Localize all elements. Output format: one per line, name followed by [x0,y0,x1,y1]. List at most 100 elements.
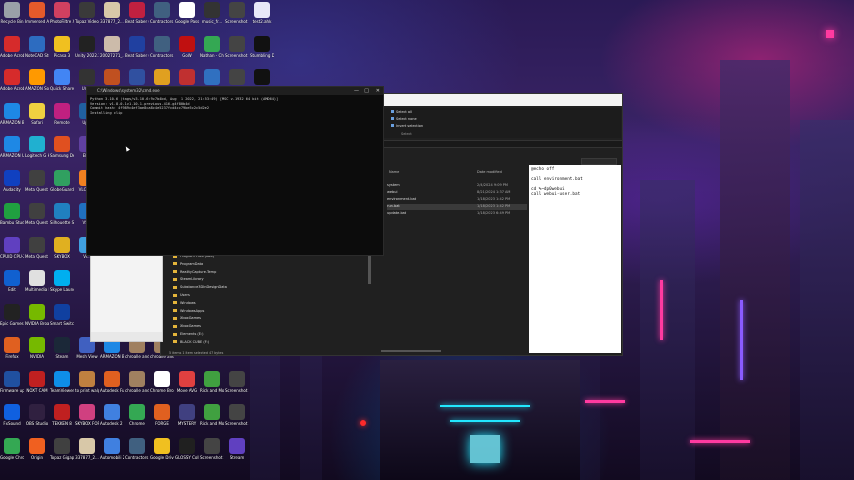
desktop-icon[interactable]: Screenshot 2023-11-0... [225,404,249,426]
search-input[interactable] [581,158,617,165]
desktop-icon[interactable]: Recycle Bin [0,2,24,24]
desktop-icon[interactable]: chroalle and balls-glogg... [125,370,149,393]
file-row[interactable]: environment.bat 1/18/2023 1:42 PM [387,197,527,203]
desktop-icon[interactable]: 20027271_... [100,35,124,58]
desktop-icon[interactable]: Move AVG [175,370,199,393]
desktop-icon[interactable]: Stumbling Death - Sam... [250,35,274,58]
tree-item[interactable]: BLACK CUBE (F:) [173,340,209,344]
tree-item[interactable]: XboxGames [173,316,201,320]
desktop-icon[interactable]: Firefox [0,337,24,359]
cmd-titlebar[interactable]: C:\Windows\system32\cmd.exe — □ ✕ [87,87,383,95]
desktop-icon[interactable]: Audacity [0,169,24,192]
tree-item[interactable]: ProgramData [173,262,203,266]
desktop-icon[interactable]: GoW [175,35,199,58]
tree-item[interactable]: Elements (E:) [173,332,204,336]
desktop-icon[interactable]: Screenshot 2023-11-0... [225,35,249,58]
desktop-icon[interactable]: Beat Saber (VD) [125,35,149,58]
desktop-icon[interactable]: NoteCAD Studio 2024 [25,35,49,58]
desktop-icon[interactable]: TEKKEN 8 [50,404,74,426]
tree-item[interactable]: Users [173,293,190,297]
desktop-icon[interactable] [175,69,199,86]
desktop-icon[interactable]: ARMAZON Updater [0,136,24,158]
desktop-icon[interactable]: Google Passes... [175,2,199,24]
desktop-icon[interactable]: Autodesk 2 (SteamVR) [100,404,124,426]
column-header-date[interactable]: Date modified [477,170,502,174]
desktop-icon[interactable]: Adobe Acrobat... [0,69,24,91]
desktop-icon[interactable]: Logitech G HUB [25,136,49,158]
desktop-icon[interactable]: Multimedia Product Tool [25,270,49,292]
desktop-icon[interactable]: Picasa 3 [50,35,74,58]
desktop-icon[interactable]: Safari [25,102,49,125]
desktop-icon[interactable]: CPUID CPU-Z [0,236,24,259]
desktop-icon[interactable]: Epic Games Launcher [0,303,24,326]
desktop-icon[interactable]: Google Chrome [0,437,24,460]
desktop-icon[interactable]: Remote [50,102,74,125]
horizontal-scrollbar[interactable] [381,350,441,352]
desktop-icon[interactable]: NOXT CAM [25,370,49,393]
tree-item[interactable]: Substance3DInDesignData [173,285,227,289]
desktop-icon[interactable] [125,69,149,86]
file-row[interactable]: webui 8/21/2024 1:37 AM [387,190,527,196]
desktop-icon[interactable]: Meta Quest Link [25,203,49,225]
desktop-icon[interactable]: Firmware update fo... [0,370,24,393]
desktop-icon[interactable]: NVIDIA Broadcast [25,303,49,326]
desktop-icon[interactable]: Meta Quest Developer [25,169,49,192]
desktop-icon[interactable]: Rick and Morty [200,404,224,426]
desktop-icon[interactable]: Quick Share from Google [50,69,74,91]
desktop-icon[interactable]: Screenshot 2023-11-2... [225,2,249,24]
desktop-icon[interactable]: Automobili 2 (VD) [100,437,124,460]
desktop-icon[interactable] [250,69,274,86]
tree-item[interactable]: RealityCapture.Temp [173,270,216,274]
desktop-icon[interactable]: AMAZON Software... [25,69,49,91]
desktop-icon[interactable]: Unity 2022.3.16f1 [75,35,99,58]
close-button[interactable]: ✕ [376,87,380,95]
address-bar[interactable] [383,140,623,148]
desktop-icon[interactable]: Contractors Showdow... [150,35,174,58]
desktop-icon[interactable]: to print walgreens [75,370,99,393]
command-prompt-window[interactable]: C:\Windows\system32\cmd.exe — □ ✕ Python… [86,86,384,256]
desktop-icon[interactable]: FORGE [150,404,174,426]
tree-item[interactable]: Windows [173,301,196,305]
select-none-button[interactable]: Select none [391,117,417,121]
desktop-icon[interactable] [200,69,224,86]
desktop-icon[interactable]: PhotoFiltre X [50,2,74,24]
desktop-icon[interactable]: Silhouette Studio [50,203,74,225]
desktop-icon[interactable]: SKYBOX FOR... [75,404,99,426]
desktop-icon[interactable]: Edit [0,270,24,292]
file-row[interactable]: run.bat 1/18/2023 1:42 PM [387,204,527,210]
desktop-icon[interactable]: Samsung DeX [50,136,74,158]
desktop-icon[interactable]: Origin [25,437,49,460]
desktop-icon[interactable]: Screenshot 2023-11... [225,370,249,393]
desktop-icon[interactable]: 337877_2... [75,437,99,460]
desktop-icon[interactable]: TeamViewer [50,370,74,393]
tree-item[interactable]: WindowsApps [173,309,204,313]
file-row[interactable]: system 2/4/2024 9:09 PM [387,183,527,189]
maximize-button[interactable]: □ [364,87,369,95]
desktop-icon[interactable] [225,69,249,86]
desktop-icon[interactable]: Google Drive [150,437,174,460]
desktop-icon[interactable]: Stream [225,437,249,460]
desktop-icon[interactable]: Steam [50,337,74,359]
desktop-icon[interactable]: Immersed Agent [25,2,49,24]
file-row[interactable]: update.bat 1/18/2023 6:49 PM [387,211,527,217]
file-row[interactable] [387,176,527,182]
minimize-button[interactable]: — [354,87,359,95]
desktop-icon[interactable]: GlobeGuard [50,169,74,192]
desktop-icon[interactable]: SKYBOX [50,236,74,259]
desktop-icon[interactable] [100,69,124,86]
invert-selection-button[interactable]: Invert selection [391,124,423,128]
desktop-icon[interactable]: Topaz Gigapixel AI [50,437,74,460]
desktop-icon[interactable]: 337877_2... [100,2,124,24]
desktop-icon[interactable]: music_fr... [200,2,224,24]
desktop-icon[interactable]: test2.ahk [250,2,274,24]
desktop-icon[interactable]: Screenshot 2023-11-0... [200,437,224,460]
desktop-icon[interactable]: Meta Quest Remote D... [25,236,49,259]
desktop-icon[interactable]: Adobe Acrobat [0,35,24,58]
desktop-icon[interactable]: Bambu Studio [0,203,24,225]
desktop-icon[interactable]: OBS Studio [25,404,49,426]
desktop-icon[interactable]: Contractors Showdow... [125,437,149,460]
desktop-icon[interactable]: NVIDIA [25,337,49,359]
desktop-icon[interactable]: Chrome [125,404,149,426]
column-header-name[interactable]: Name [389,170,399,174]
desktop-icon[interactable]: Rick and Morty [200,370,224,393]
